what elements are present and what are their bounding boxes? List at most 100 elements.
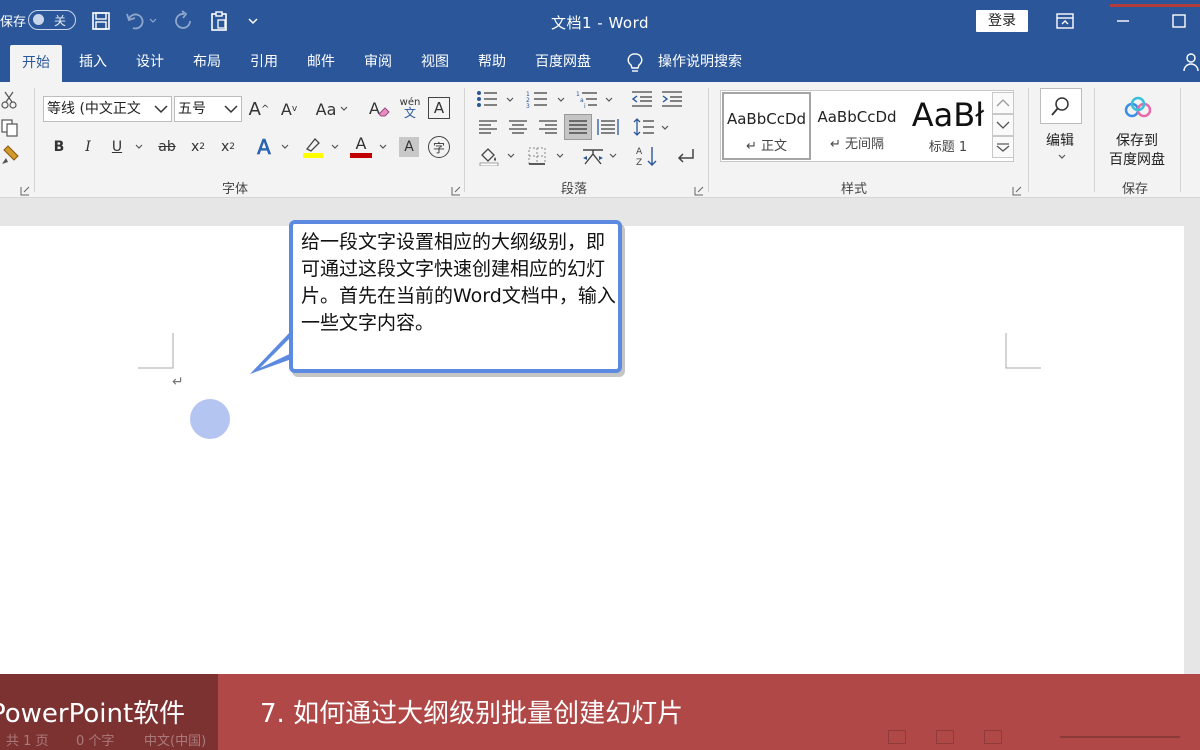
strikethrough-button[interactable]: ab <box>154 136 180 158</box>
tab-help[interactable]: 帮助 <box>478 42 506 82</box>
tab-mailings[interactable]: 邮件 <box>307 42 335 82</box>
align-center-button[interactable] <box>506 116 530 138</box>
paragraph-dialog-launcher-icon[interactable] <box>694 181 704 196</box>
style-normal-sample: AaBbCcDd <box>726 110 807 128</box>
styles-scroll-down[interactable] <box>992 114 1014 136</box>
shading-button[interactable] <box>476 144 502 168</box>
shading-dropdown[interactable] <box>506 151 516 161</box>
styles-more[interactable] <box>992 136 1014 158</box>
justify-button[interactable] <box>564 114 592 140</box>
distributed-button[interactable] <box>596 116 620 138</box>
tab-view[interactable]: 视图 <box>421 42 449 82</box>
tell-me-search[interactable]: 操作说明搜索 <box>626 42 742 82</box>
underline-button[interactable]: U <box>106 136 128 158</box>
align-right-button[interactable] <box>536 116 560 138</box>
numbering-button[interactable]: 123 <box>524 88 550 110</box>
tab-design[interactable]: 设计 <box>136 42 164 82</box>
styles-scroll-up[interactable] <box>992 92 1014 114</box>
grow-font-icon: A <box>248 98 261 120</box>
character-border-button[interactable]: A <box>428 97 450 119</box>
subscript-button[interactable]: x2 <box>187 136 209 158</box>
clipboard-dialog-launcher-icon[interactable] <box>20 181 30 196</box>
editing-button[interactable] <box>1040 88 1082 124</box>
tab-insert[interactable]: 插入 <box>79 42 107 82</box>
sort-button[interactable]: AZ <box>634 144 660 168</box>
clear-formatting-button[interactable]: A <box>366 96 392 122</box>
bullet-list-icon <box>477 91 497 107</box>
save-to-baidu-button[interactable]: 保存到 百度网盘 <box>1106 132 1168 170</box>
style-normal-name: ↵ 正文 <box>745 139 788 154</box>
phonetic-guide-button[interactable]: wén 文 <box>398 94 422 122</box>
editing-dropdown[interactable] <box>1056 152 1068 162</box>
title-accent-line <box>1110 4 1200 7</box>
style-no-spacing-sample: AaBbCcDd <box>817 108 897 126</box>
style-no-spacing[interactable]: AaBbCcDd ↵ 无间隔 <box>813 92 901 160</box>
styles-dialog-launcher-icon[interactable] <box>1012 181 1022 196</box>
font-color-dropdown[interactable] <box>378 142 388 152</box>
copy-icon[interactable] <box>0 118 20 138</box>
increase-indent-button[interactable] <box>660 88 684 110</box>
subscript-icon: x <box>190 139 200 155</box>
change-case-button[interactable]: Aa <box>312 96 352 122</box>
numbering-dropdown[interactable] <box>556 95 566 105</box>
svg-text:3: 3 <box>526 103 530 108</box>
underline-dropdown[interactable] <box>134 142 144 152</box>
superscript-button[interactable]: x2 <box>217 136 239 158</box>
character-shading-button[interactable]: A <box>399 137 419 157</box>
format-painter-icon[interactable] <box>0 144 22 166</box>
ribbon-display-icon[interactable] <box>1052 8 1078 34</box>
tab-review[interactable]: 审阅 <box>364 42 392 82</box>
cut-icon[interactable] <box>0 90 18 110</box>
chevron-down-icon <box>379 144 387 149</box>
highlight-button[interactable] <box>300 134 326 160</box>
line-spacing-button[interactable] <box>632 116 656 138</box>
print-layout-icon[interactable] <box>936 730 954 744</box>
status-page-count[interactable]: 共 1 页 <box>6 730 49 749</box>
tab-layout[interactable]: 布局 <box>193 42 221 82</box>
status-language[interactable]: 中文(中国) <box>144 730 206 749</box>
group-separator <box>1028 88 1029 192</box>
chinese-layout-button[interactable] <box>580 144 606 168</box>
style-normal[interactable]: AaBbCcDd ↵ 正文 <box>722 92 811 160</box>
minimize-icon[interactable] <box>1110 8 1136 34</box>
multilevel-list-button[interactable]: 1ai <box>574 88 600 110</box>
tell-me-label: 操作说明搜索 <box>658 54 742 70</box>
read-mode-icon[interactable] <box>888 730 906 744</box>
login-button[interactable]: 登录 <box>976 10 1028 32</box>
italic-button[interactable]: I <box>77 136 99 158</box>
show-formatting-marks-button[interactable] <box>672 144 698 168</box>
borders-button[interactable] <box>524 144 550 168</box>
maximize-icon[interactable] <box>1166 8 1192 34</box>
text-effects-button[interactable]: A <box>250 134 278 160</box>
bullets-dropdown[interactable] <box>505 95 515 105</box>
account-icon[interactable] <box>1182 52 1200 72</box>
style-heading-1[interactable]: AaBł 标题 1 <box>903 92 993 160</box>
font-dialog-launcher-icon[interactable] <box>451 181 461 196</box>
shrink-font-button[interactable]: Av <box>277 96 301 122</box>
tab-baidu-netdisk[interactable]: 百度网盘 <box>535 42 591 82</box>
baidu-netdisk-icon[interactable] <box>1122 94 1154 122</box>
chevron-down-icon <box>557 97 565 102</box>
align-left-button[interactable] <box>476 116 500 138</box>
font-size-combo[interactable]: 五号 <box>174 96 242 122</box>
font-color-button[interactable]: A <box>349 132 373 160</box>
bold-button[interactable]: B <box>48 136 70 158</box>
multilevel-dropdown[interactable] <box>604 95 614 105</box>
highlight-dropdown[interactable] <box>330 142 340 152</box>
chevron-down-icon <box>609 153 617 158</box>
web-layout-icon[interactable] <box>984 730 1002 744</box>
bullets-button[interactable] <box>474 88 500 110</box>
grow-font-button[interactable]: A ^ <box>247 96 271 122</box>
borders-dropdown[interactable] <box>555 151 565 161</box>
chinese-layout-dropdown[interactable] <box>608 151 618 161</box>
status-word-count[interactable]: 0 个字 <box>76 730 114 749</box>
line-spacing-dropdown[interactable] <box>660 123 670 133</box>
text-effects-dropdown[interactable] <box>280 142 290 152</box>
title-bar: 保存 关 文档1 - Word 登录 <box>0 0 1200 42</box>
enclose-characters-button[interactable]: 字 <box>428 136 450 158</box>
tab-references[interactable]: 引用 <box>250 42 278 82</box>
tab-home[interactable]: 开始 <box>10 45 62 82</box>
zoom-slider[interactable] <box>1060 736 1180 738</box>
font-name-combo[interactable]: 等线 (中文正文 <box>43 96 172 122</box>
decrease-indent-button[interactable] <box>630 88 654 110</box>
